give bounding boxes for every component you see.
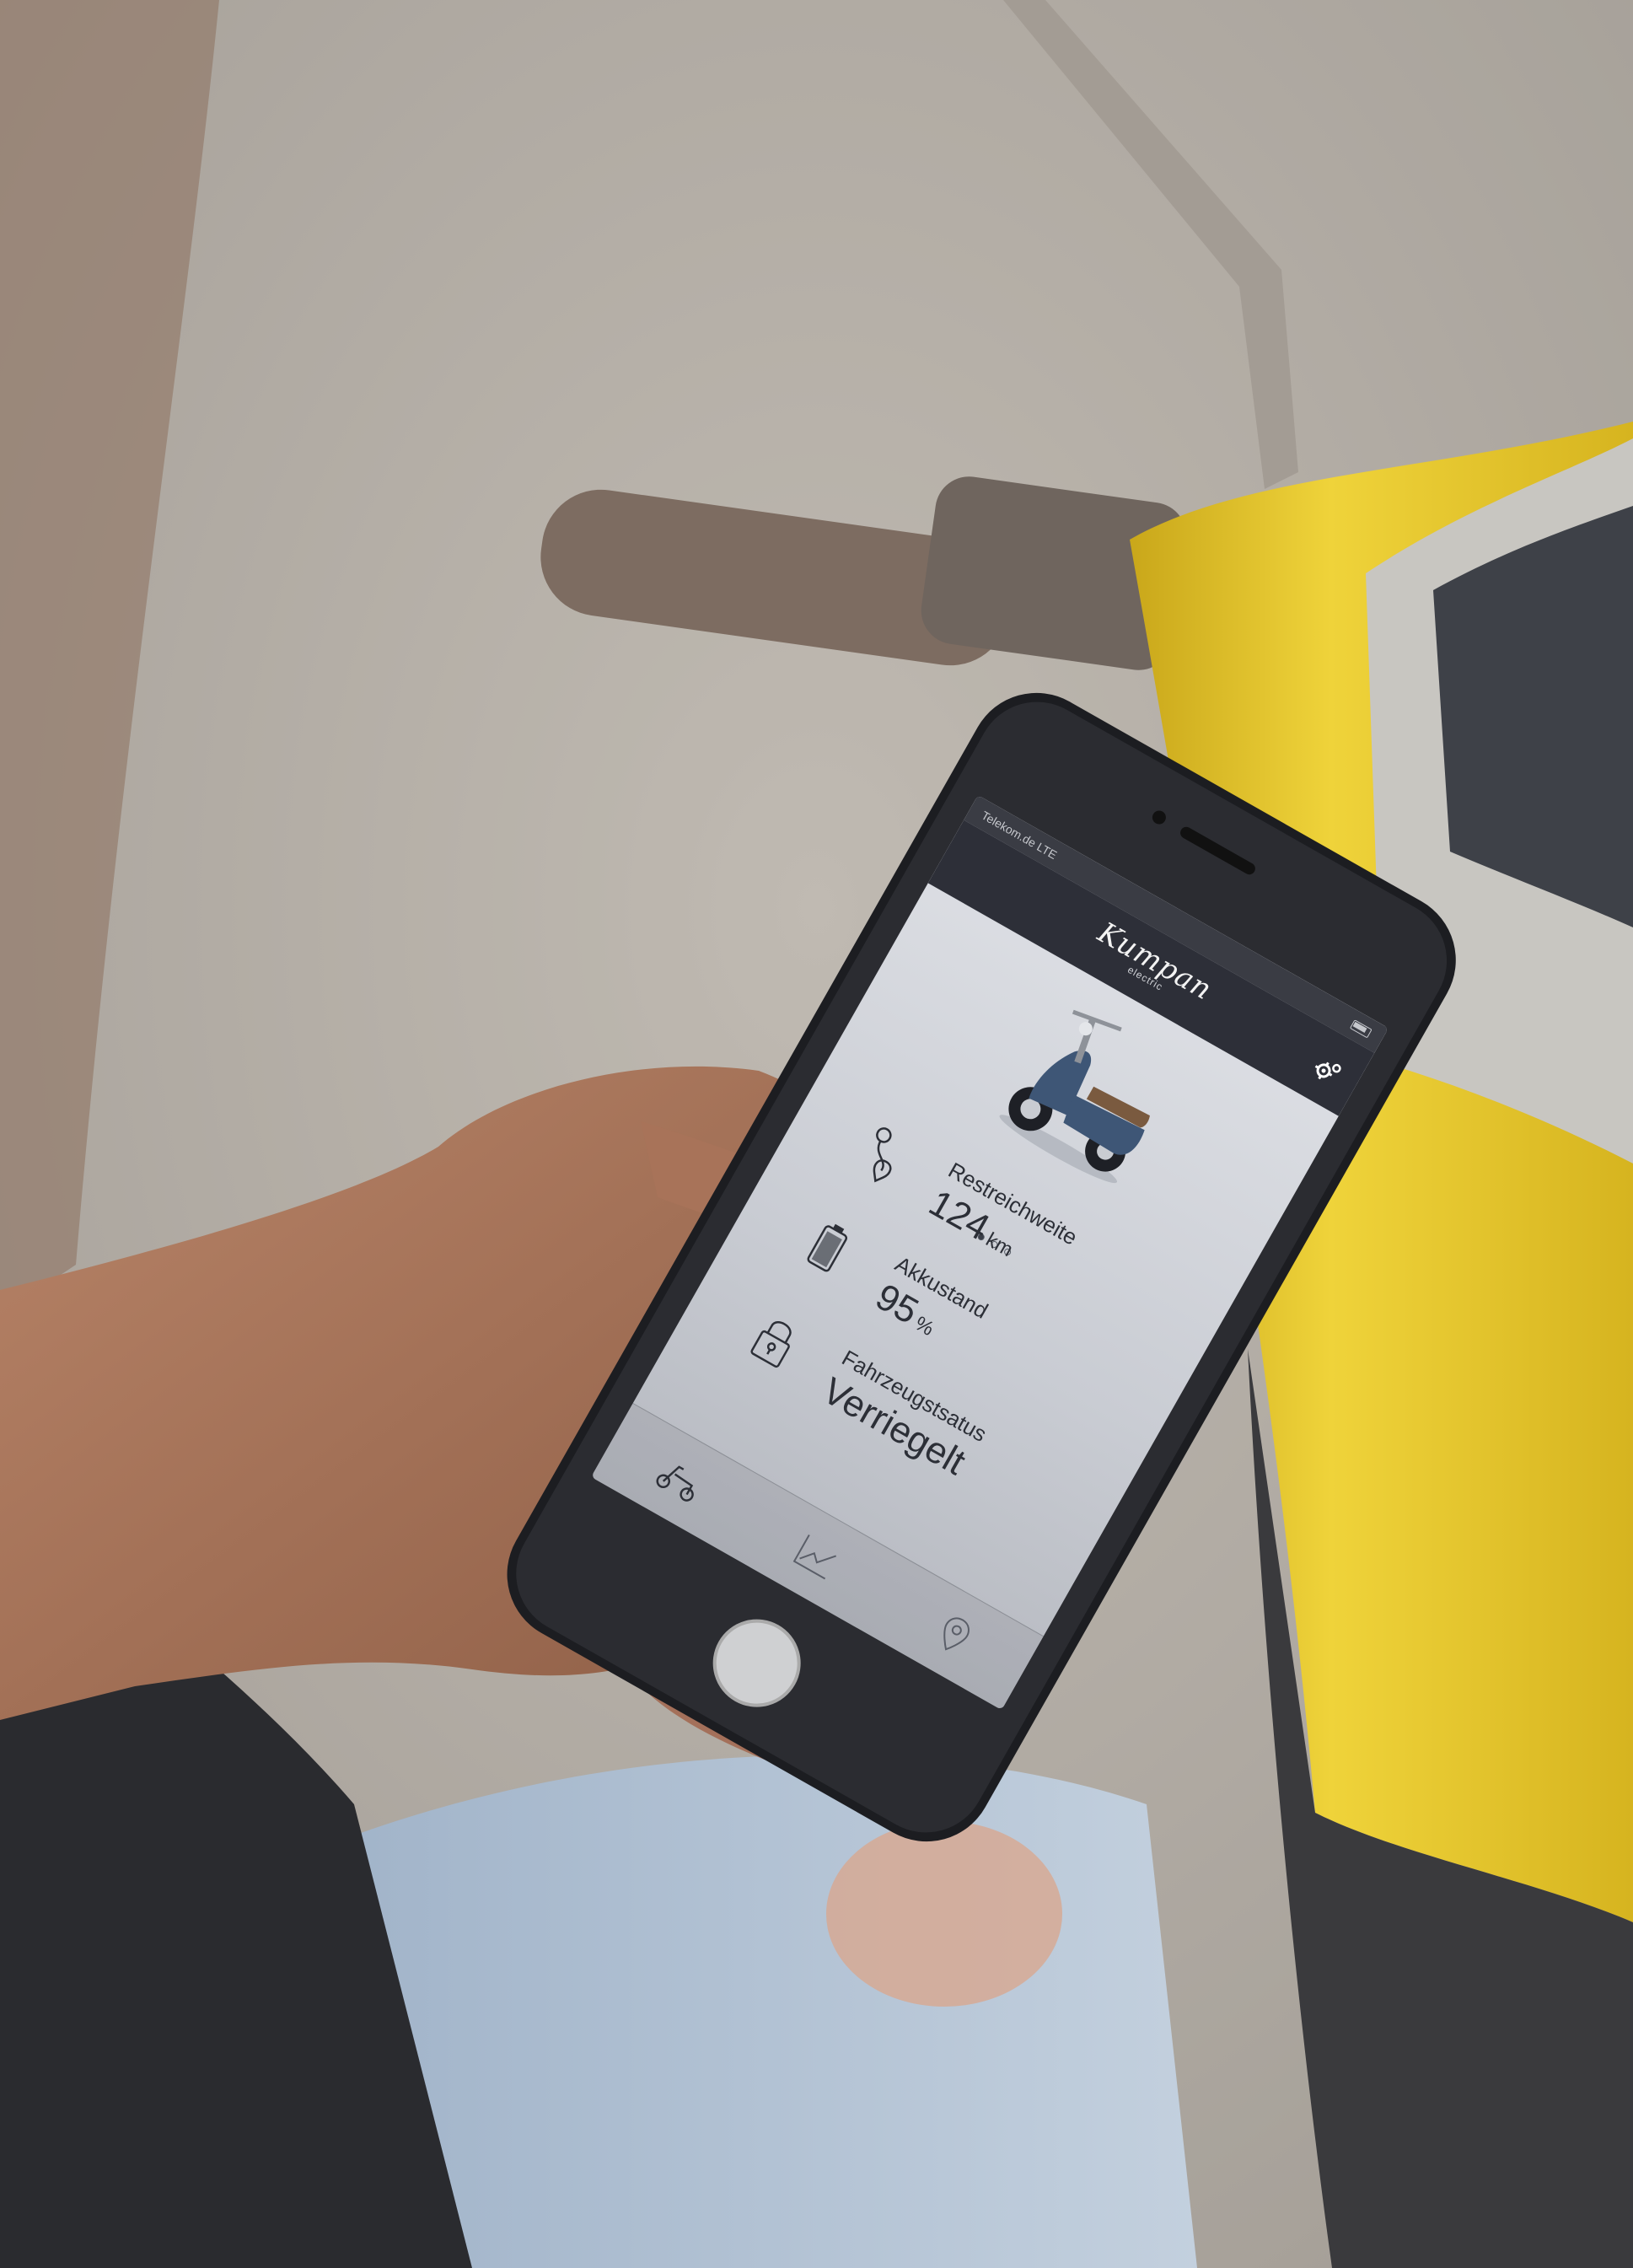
location-pin-route-icon <box>873 1127 892 1183</box>
tab-statistics[interactable] <box>773 1514 861 1599</box>
map-pin-icon <box>943 1617 970 1651</box>
battery-icon <box>807 1223 848 1272</box>
scooter-icon <box>656 1465 695 1502</box>
padlock-icon <box>750 1321 792 1368</box>
tab-scooter[interactable] <box>637 1437 724 1521</box>
line-chart-icon <box>792 1534 836 1580</box>
tab-map[interactable] <box>910 1592 997 1676</box>
battery-status-icon <box>1349 1019 1372 1039</box>
